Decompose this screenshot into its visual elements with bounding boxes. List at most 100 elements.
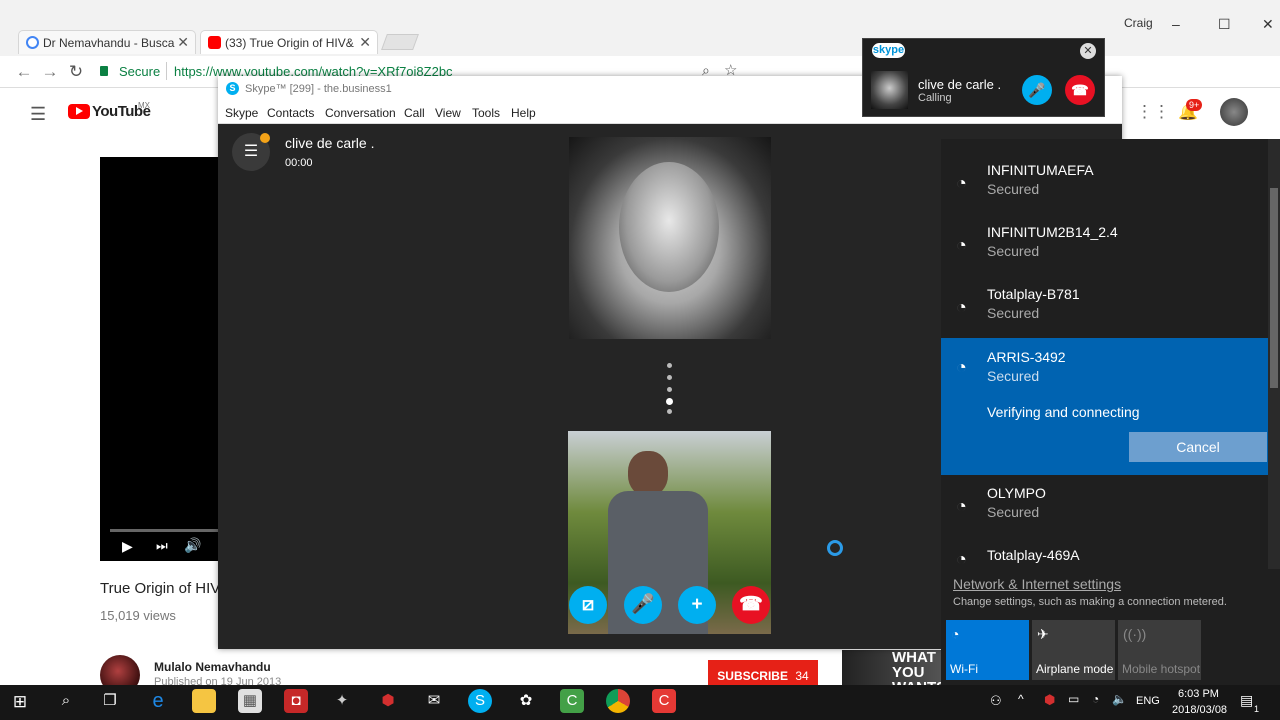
network-item[interactable]: ◔ Totalplay-469A (941, 543, 1269, 565)
wifi-signal-icon: ◔ (956, 235, 967, 255)
network-item[interactable]: ◔ INFINITUM2B14_2.4 Secured (941, 220, 1269, 282)
quick-action-label: Mobile hotspot (1122, 662, 1201, 676)
network-security: Secured (987, 504, 1040, 520)
reload-icon[interactable]: ↻ (66, 62, 86, 82)
video-progress-bar[interactable] (110, 529, 220, 532)
battery-icon[interactable]: ▭ (1068, 692, 1079, 706)
file-explorer-icon[interactable] (192, 689, 216, 713)
play-icon[interactable]: ▶ (122, 538, 133, 555)
clock-date[interactable]: 2018/03/08 (1172, 704, 1227, 716)
caller-avatar (871, 71, 908, 109)
video-off-button[interactable]: ⧄ (569, 586, 607, 624)
app-icon[interactable]: ✦ (330, 689, 354, 713)
airplane-icon: ✈ (1037, 626, 1049, 642)
clock-time[interactable]: 6:03 PM (1178, 688, 1219, 700)
menu-help[interactable]: Help (511, 106, 536, 120)
popup-mic-button[interactable]: 🎤 (1022, 75, 1052, 105)
skype-window-title: Skype™ [299] - the.business1 (245, 83, 392, 95)
skype-logo-icon: S (226, 82, 239, 95)
paw-icon[interactable]: ✿ (514, 689, 538, 713)
hamburger-menu-icon[interactable]: ☰ (30, 104, 46, 125)
security-tray-icon[interactable]: ⬢ (1044, 692, 1055, 708)
task-view-icon[interactable]: ❐ (98, 689, 122, 713)
secure-label: Secure (119, 64, 161, 79)
airplane-mode-toggle[interactable]: ✈ Airplane mode (1032, 620, 1115, 680)
menu-view[interactable]: View (435, 106, 461, 120)
video-player[interactable] (100, 157, 220, 561)
popup-end-call-button[interactable]: ☎ (1065, 75, 1095, 105)
profile-name[interactable]: Craig (1124, 16, 1153, 30)
mail-icon[interactable]: ✉ (422, 689, 446, 713)
notifications-badge: 9+ (1186, 99, 1203, 111)
store-icon[interactable]: ▦ (238, 689, 262, 713)
add-button[interactable]: + (678, 586, 716, 624)
network-security: Secured (987, 243, 1040, 259)
language-indicator[interactable]: ENG (1136, 695, 1160, 707)
chrome-icon[interactable] (606, 689, 630, 713)
next-icon[interactable]: ⏭ (156, 538, 168, 554)
edge-icon[interactable]: e (146, 689, 170, 713)
menu-tools[interactable]: Tools (472, 106, 500, 120)
youtube-icon (208, 36, 221, 49)
menu-skype[interactable]: Skype (225, 106, 258, 120)
close-tab-icon[interactable]: ✕ (177, 34, 189, 51)
search-icon[interactable]: ⌕ (54, 689, 78, 713)
caller-name: clive de carle . (285, 135, 375, 151)
start-windows-icon[interactable]: ⊞ (8, 690, 32, 714)
tab-dr-nemavhandu[interactable]: Dr Nemavhandu - Busca ✕ (18, 30, 196, 54)
network-settings-description: Change settings, such as making a connec… (953, 596, 1227, 608)
new-tab-button[interactable] (381, 34, 419, 50)
camtasia-icon[interactable]: C (560, 689, 584, 713)
forward-icon[interactable]: → (40, 62, 60, 82)
recorder-icon[interactable]: C (652, 689, 676, 713)
wifi-toggle[interactable]: ◔ Wi-Fi (946, 620, 1029, 680)
notification-dot (260, 133, 270, 143)
wifi-signal-icon: ◔ (956, 357, 967, 377)
people-icon[interactable]: ⚇ (990, 693, 1002, 709)
network-name: Totalplay-469A (987, 547, 1080, 563)
network-tray-icon[interactable]: ◔ (1092, 692, 1099, 706)
close-window-button[interactable]: ✕ (1262, 16, 1274, 33)
network-item[interactable]: ◔ INFINITUMAEFA Secured (941, 158, 1269, 220)
menu-contacts[interactable]: Contacts (267, 106, 314, 120)
network-settings-link[interactable]: Network & Internet settings (953, 576, 1121, 592)
tab-true-origin[interactable]: (33) True Origin of HIV& ✕ (200, 30, 378, 54)
cancel-button[interactable]: Cancel (1129, 432, 1267, 462)
youtube-logo-icon[interactable] (68, 104, 90, 119)
microphone-button[interactable]: 🎤 (624, 586, 662, 624)
hotspot-icon: ((·)) (1123, 626, 1147, 642)
google-icon (26, 36, 39, 49)
account-avatar[interactable] (1220, 98, 1248, 126)
quick-action-label: Wi-Fi (950, 662, 978, 676)
close-tab-icon[interactable]: ✕ (359, 34, 371, 51)
skype-badge: skype (872, 43, 905, 58)
tab-label: Dr Nemavhandu - Busca (43, 36, 175, 50)
action-center-icon[interactable]: ▤ (1240, 692, 1253, 709)
apps-grid-icon[interactable]: ⋮⋮ (1136, 102, 1170, 122)
mobile-hotspot-toggle[interactable]: ((·)) Mobile hotspot (1118, 620, 1201, 680)
connection-status: Verifying and connecting (987, 404, 1140, 420)
chevron-up-icon[interactable]: ^ (1018, 692, 1024, 706)
dot (667, 363, 672, 368)
network-item[interactable]: ◔ OLYMPO Secured (941, 481, 1269, 543)
scrollbar-thumb[interactable] (1270, 188, 1278, 388)
channel-name[interactable]: Mulalo Nemavhandu (154, 660, 271, 674)
speaker-icon[interactable]: 🔈 (1112, 692, 1127, 706)
dot (667, 409, 672, 414)
gift-icon[interactable]: ◘ (284, 689, 308, 713)
network-item[interactable]: ◔ Totalplay-B781 Secured (941, 282, 1269, 344)
volume-icon[interactable]: 🔊 (184, 537, 201, 554)
end-call-button[interactable]: ☎ (732, 586, 770, 624)
lock-icon (100, 66, 108, 76)
menu-call[interactable]: Call (404, 106, 425, 120)
dot (667, 387, 672, 392)
close-popup-icon[interactable]: ✕ (1080, 43, 1096, 59)
antivirus-icon[interactable]: ⬢ (376, 689, 400, 713)
ad-thumbnail[interactable]: WHAT YOU WANTS (842, 650, 946, 695)
maximize-button[interactable]: ☐ (1218, 16, 1231, 33)
back-icon[interactable]: ← (14, 62, 34, 82)
minimize-button[interactable]: – (1172, 16, 1180, 32)
menu-conversation[interactable]: Conversation (325, 106, 396, 120)
skype-taskbar-icon[interactable]: S (468, 689, 492, 713)
video-title: True Origin of HIV (100, 580, 221, 597)
